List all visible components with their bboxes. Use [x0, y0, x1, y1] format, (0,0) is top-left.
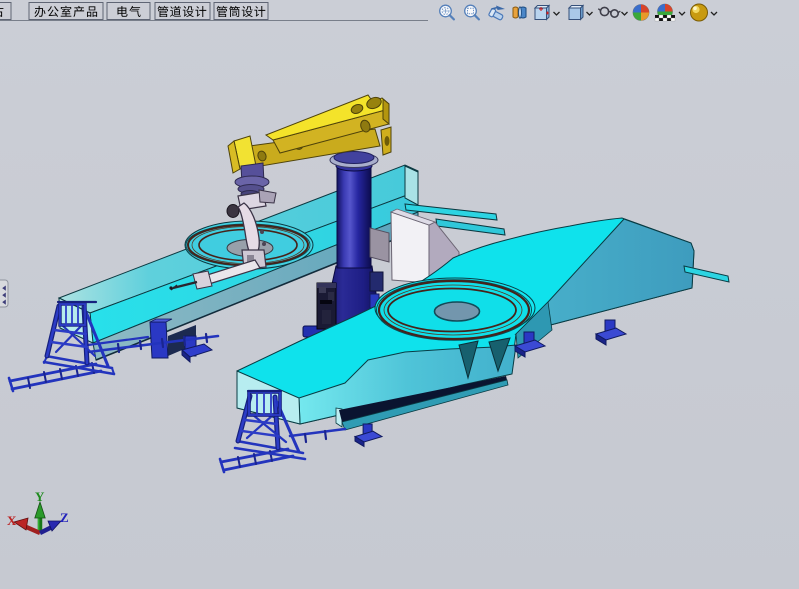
- svg-text:Z: Z: [60, 510, 69, 525]
- svg-text:X: X: [7, 513, 17, 528]
- svg-text:Y: Y: [35, 489, 45, 504]
